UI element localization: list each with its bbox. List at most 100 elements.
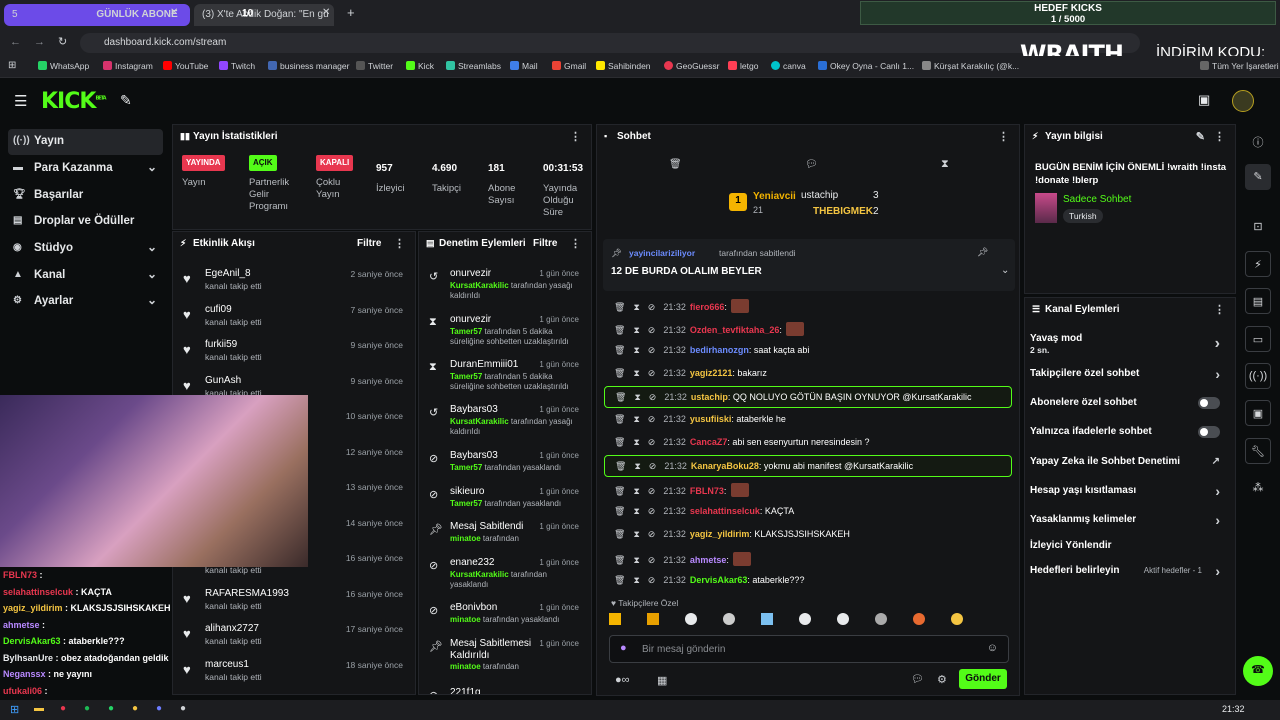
ban-icon[interactable]: ⊘: [649, 392, 657, 402]
moderation-item[interactable]: ⊘ Baybars03 1 gün önce Tamer57 tarafından y…: [419, 450, 589, 490]
whatsapp-icon[interactable]: ●: [108, 703, 114, 714]
moderation-item[interactable]: 📌︎ Mesaj Sabitlendi 1 gün önce minatoe tara…: [419, 521, 589, 561]
timeout-icon[interactable]: ⧗: [633, 575, 639, 585]
support-icon[interactable]: ☎: [1243, 656, 1273, 686]
new-tab-icon[interactable]: +: [347, 5, 355, 20]
delete-icon[interactable]: 🗑︎: [614, 302, 625, 312]
bookmark-item[interactable]: Streamlabs: [446, 61, 501, 71]
emote-bar[interactable]: [609, 613, 1009, 629]
filter-button[interactable]: Filtre: [357, 238, 381, 249]
more-icon[interactable]: ⋮: [1214, 303, 1225, 316]
activity-event[interactable]: ♥ RAFARESMA1993 kanalı takip etti 16 saniye…: [173, 586, 413, 620]
back-icon[interactable]: ←: [10, 36, 21, 48]
ban-icon[interactable]: ⊘: [648, 506, 656, 516]
timeout-icon[interactable]: ⧗: [634, 392, 640, 402]
chat-message[interactable]: 🗑︎ ⧗ ⊘ 21:32 yagiz_yildirim: KLAKSJSJSIHSKAK…: [604, 524, 1012, 546]
moderation-item[interactable]: ↺ Baybars03 1 gün önce KursatKarakilic tara…: [419, 404, 589, 444]
delete-icon[interactable]: 🗑︎: [614, 414, 625, 424]
chat-bubble-icon[interactable]: 💬︎: [911, 674, 924, 685]
timeout-icon[interactable]: ⧗: [634, 461, 640, 471]
bookmark-item[interactable]: Kick: [406, 61, 434, 71]
document-icon[interactable]: ▤: [1245, 288, 1271, 314]
message-user[interactable]: KanaryaBoku28: [691, 461, 759, 471]
wrench-icon[interactable]: 🔧︎: [1245, 438, 1271, 464]
gear-icon[interactable]: ⚙: [937, 673, 947, 686]
bookmark-item[interactable]: canva: [771, 61, 806, 71]
emote-icon[interactable]: [875, 613, 887, 625]
sidebar-item-studyo[interactable]: ◉ Stüdyo ⌄: [8, 236, 163, 262]
forward-icon[interactable]: →: [34, 36, 45, 48]
bookmark-item[interactable]: Tüm Yer İşaretleri: [1200, 61, 1279, 71]
delete-icon[interactable]: 🗑︎: [614, 368, 625, 378]
channel-action-item[interactable]: Abonelere özel sohbet: [1030, 397, 1226, 419]
emote-icon[interactable]: [913, 613, 925, 625]
emoji-icon[interactable]: ☺: [987, 642, 998, 654]
message-user[interactable]: ustachip: [691, 392, 728, 402]
moderation-item[interactable]: ⊘ sikieuro 1 gün önce Tamer57 tarafından ya…: [419, 486, 589, 526]
moderation-item[interactable]: ⊘ enane232 1 gün önce KursatKarakilic taraf…: [419, 557, 589, 597]
sidebar-item-para-kazanma[interactable]: ▬ Para Kazanma ⌄: [8, 156, 163, 182]
timeout-icon[interactable]: ⧗: [633, 302, 639, 312]
event-user[interactable]: furkii59: [205, 339, 237, 350]
send-button[interactable]: Gönder: [959, 669, 1007, 689]
tab-gunluk-abone[interactable]: 5 GÜNLÜK ABONE: [4, 4, 190, 26]
ban-icon[interactable]: ⊘: [648, 368, 656, 378]
apps-icon[interactable]: ⊞: [8, 60, 16, 71]
points-icon[interactable]: ●∞: [615, 674, 630, 686]
share-icon[interactable]: ⁂: [1245, 475, 1271, 501]
sidebar-item-basarilar[interactable]: 🏆︎ Başarılar: [8, 183, 163, 209]
timeout-icon[interactable]: ⧗: [633, 345, 639, 355]
more-icon[interactable]: ⋮: [394, 237, 405, 250]
message-user[interactable]: yagiz_yildirim: [690, 529, 750, 539]
ban-icon[interactable]: ⊘: [648, 437, 656, 447]
ban-icon[interactable]: ⊘: [648, 345, 656, 355]
tab-twitter[interactable]: (3) X'te Abdik Doğan: "En gü: [194, 4, 334, 26]
bookmark-item[interactable]: Twitch: [219, 61, 255, 71]
chevron-down-icon[interactable]: ⌄: [1001, 265, 1009, 276]
chat-message[interactable]: 🗑︎ ⧗ ⊘ 21:32 CancaZ7: abi sen esenyurtun ner…: [604, 432, 1012, 454]
timeout-icon[interactable]: ⧗: [633, 529, 639, 539]
trash-icon[interactable]: 🗑︎: [669, 159, 682, 170]
folder-icon[interactable]: ▬: [34, 703, 44, 714]
emote-icon[interactable]: [609, 613, 621, 625]
spotify-icon[interactable]: ●: [84, 703, 90, 714]
delete-icon[interactable]: 🗑︎: [614, 529, 625, 539]
pinned-message[interactable]: 📌︎ yayincilariziliyor tarafından sabitle…: [603, 239, 1015, 291]
timeout-icon[interactable]: ⧗: [633, 486, 639, 496]
event-user[interactable]: alihanx2727: [205, 623, 259, 634]
emote-icon[interactable]: [761, 613, 773, 625]
moderation-item[interactable]: ↺ onurvezir 1 gün önce KursatKarakilic tara…: [419, 268, 589, 308]
moderation-item[interactable]: ⊘ 221f1g: [419, 687, 589, 694]
ban-icon[interactable]: ⊘: [648, 486, 656, 496]
bookmark-item[interactable]: Kürşat Karakılıç (@k...: [922, 61, 1019, 71]
bookmark-item[interactable]: business manager: [268, 61, 349, 71]
ban-icon[interactable]: ⊘: [648, 414, 656, 424]
channel-action-item[interactable]: Takipçilere özel sohbet ›: [1030, 366, 1226, 390]
message-user[interactable]: FBLN73: [690, 486, 724, 496]
activity-event[interactable]: ♥ alihanx2727 kanalı takip etti 17 saniye ö…: [173, 621, 413, 655]
ban-icon[interactable]: ⊘: [648, 575, 656, 585]
event-user[interactable]: cufi09: [205, 304, 232, 315]
pin-icon[interactable]: 📌︎: [977, 247, 988, 258]
chat-message[interactable]: 🗑︎ ⧗ ⊘ 21:32 Ozden_tevfiktaha_26:: [604, 317, 1012, 339]
message-user[interactable]: CancaZ7: [690, 437, 728, 447]
event-user[interactable]: GunAsh: [205, 375, 241, 386]
info-icon[interactable]: ⓘ: [1245, 128, 1271, 154]
chat-message[interactable]: 🗑︎ ⧗ ⊘ 21:32 yagiz2121: bakarız: [604, 363, 1012, 385]
moderation-item[interactable]: ⧗ onurvezir 1 gün önce Tamer57 tarafından 5…: [419, 314, 589, 354]
channel-action-item[interactable]: Yavaş mod 2 sn. ›: [1030, 333, 1226, 355]
bookmark-item[interactable]: Twitter: [356, 61, 393, 71]
channel-action-item[interactable]: Hesap yaşı kısıtlaması ›: [1030, 483, 1226, 507]
bookmark-item[interactable]: letgo: [728, 61, 758, 71]
delete-icon[interactable]: 🗑︎: [615, 392, 626, 402]
message-user[interactable]: ahmetse: [690, 555, 727, 565]
delete-icon[interactable]: 🗑︎: [614, 437, 625, 447]
chat-message[interactable]: 🗑︎ ⧗ ⊘ 21:32 selahattinselcuk: KAÇTA: [604, 501, 1012, 523]
ban-icon[interactable]: ⊘: [648, 529, 656, 539]
chat-message[interactable]: 🗑︎ ⧗ ⊘ 21:32 yusufiiski: ataberkle he: [604, 409, 1012, 431]
dashboard-icon[interactable]: ▣: [1198, 92, 1210, 108]
windows-icon[interactable]: ⊞: [10, 703, 19, 716]
bookmark-item[interactable]: Okey Oyna - Canlı 1...: [818, 61, 914, 71]
menu-icon[interactable]: ☰: [14, 92, 27, 110]
reload-icon[interactable]: ↻: [58, 35, 67, 48]
